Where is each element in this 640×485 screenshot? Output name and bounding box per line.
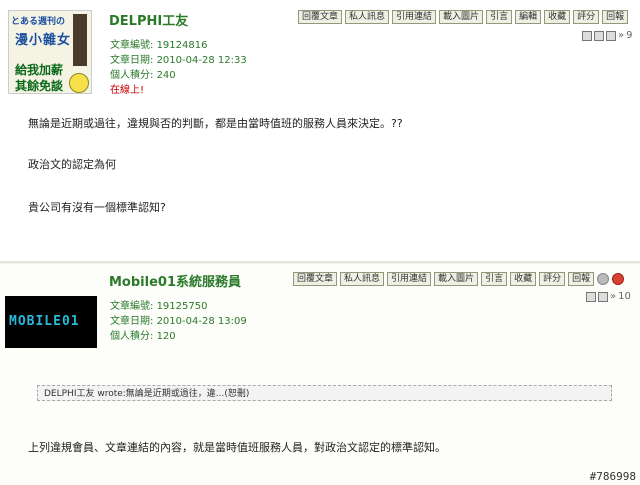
rate-button[interactable]: 評分 [573,10,600,24]
stamp-block [73,14,87,66]
post-1 [0,0,640,262]
post-date: 2010-04-28 12:33 [156,55,247,66]
avatar-slogan-1: 給我加薪 [15,63,64,77]
quote-button[interactable]: 引言 [481,272,508,286]
rate-button[interactable]: 評分 [539,272,566,286]
info-icon[interactable] [597,273,610,285]
score-label: 個人積分: [110,331,154,342]
floor-number: 10 [618,291,631,302]
avatar-caption: とある週刊の [11,17,66,27]
post-paragraph: 無論是近期或過往，違規與否的判斷，都是由當時值班的服務人員來決定。?? [28,117,403,130]
reply-button[interactable]: 回覆文章 [293,272,338,286]
private-message-button[interactable]: 私人訊息 [340,272,385,286]
post-paragraph: 政治文的認定為何 [28,158,116,171]
post-date: 2010-04-28 13:09 [156,316,247,327]
report-button[interactable]: 回報 [602,10,629,24]
post-paragraph: 貴公司有沒有一個標準認知? [28,201,166,214]
article-id-label: 文章編號: [110,301,154,312]
article-id: 19124816 [156,40,208,51]
favorite-button[interactable]: 收藏 [510,272,537,286]
avatar[interactable]: とある週刊の 漫小雜女 給我加薪 其餘免談 [8,10,92,94]
author-name[interactable]: Mobile01系統服務員 [109,271,241,290]
watermark: #786998 [589,470,636,483]
floor-arrow-icon: » [618,30,625,41]
post-action-bar: 回覆文章 私人訊息 引用連結 載入圖片 引言 編輯 收藏 評分 回報 [298,10,629,24]
post-paragraph: 上列違規會員、文章連結的內容，就是當時值班服務人員，對政治文認定的標準認知。 [28,441,446,454]
floor-nav: » 10 [586,291,631,302]
report-button[interactable]: 回報 [568,272,595,286]
quote-link-button[interactable]: 引用連結 [392,10,437,24]
jump-post-icon[interactable] [606,30,616,41]
smiley-icon [69,73,89,93]
quote-button[interactable]: 引言 [486,10,513,24]
avatar-slogan-2: 其餘免談 [15,79,64,93]
prev-post-icon[interactable] [586,291,596,302]
user-score: 240 [156,70,176,81]
post-meta: 文章編號: 19124816 文章日期: 2010-04-28 12:33 個人… [110,38,247,98]
private-message-button[interactable]: 私人訊息 [345,10,390,24]
avatar-title: 漫小雜女 [15,33,72,48]
article-id-label: 文章編號: [110,40,154,51]
quote-block: DELPHI工友 wrote:無論是近期或過往，違...(恕刪) [37,385,612,401]
date-label: 文章日期: [110,55,154,66]
load-images-button[interactable]: 載入圖片 [439,10,484,24]
post-meta: 文章編號: 19125750 文章日期: 2010-04-28 13:09 個人… [110,299,247,344]
reply-button[interactable]: 回覆文章 [298,10,343,24]
floor-nav: » 9 [582,30,633,41]
next-post-icon[interactable] [598,291,608,302]
floor-number: 9 [626,30,633,41]
date-label: 文章日期: [110,316,154,327]
mobile01-logo: MOBILE01 [9,314,80,329]
score-label: 個人積分: [110,70,154,81]
post-action-bar: 回覆文章 私人訊息 引用連結 載入圖片 引言 收藏 評分 回報 [293,272,625,286]
online-status: 在線上! [110,85,145,96]
edit-button[interactable]: 編輯 [515,10,542,24]
author-name[interactable]: DELPHI工友 [109,10,188,29]
delete-icon[interactable] [612,273,625,285]
load-images-button[interactable]: 載入圖片 [434,272,479,286]
article-id: 19125750 [156,301,208,312]
user-score: 120 [156,331,176,342]
favorite-button[interactable]: 收藏 [544,10,571,24]
quote-link-button[interactable]: 引用連結 [387,272,432,286]
prev-post-icon[interactable] [582,30,592,41]
avatar[interactable]: MOBILE01 [5,296,97,348]
next-post-icon[interactable] [594,30,604,41]
floor-arrow-icon: » [610,291,617,302]
